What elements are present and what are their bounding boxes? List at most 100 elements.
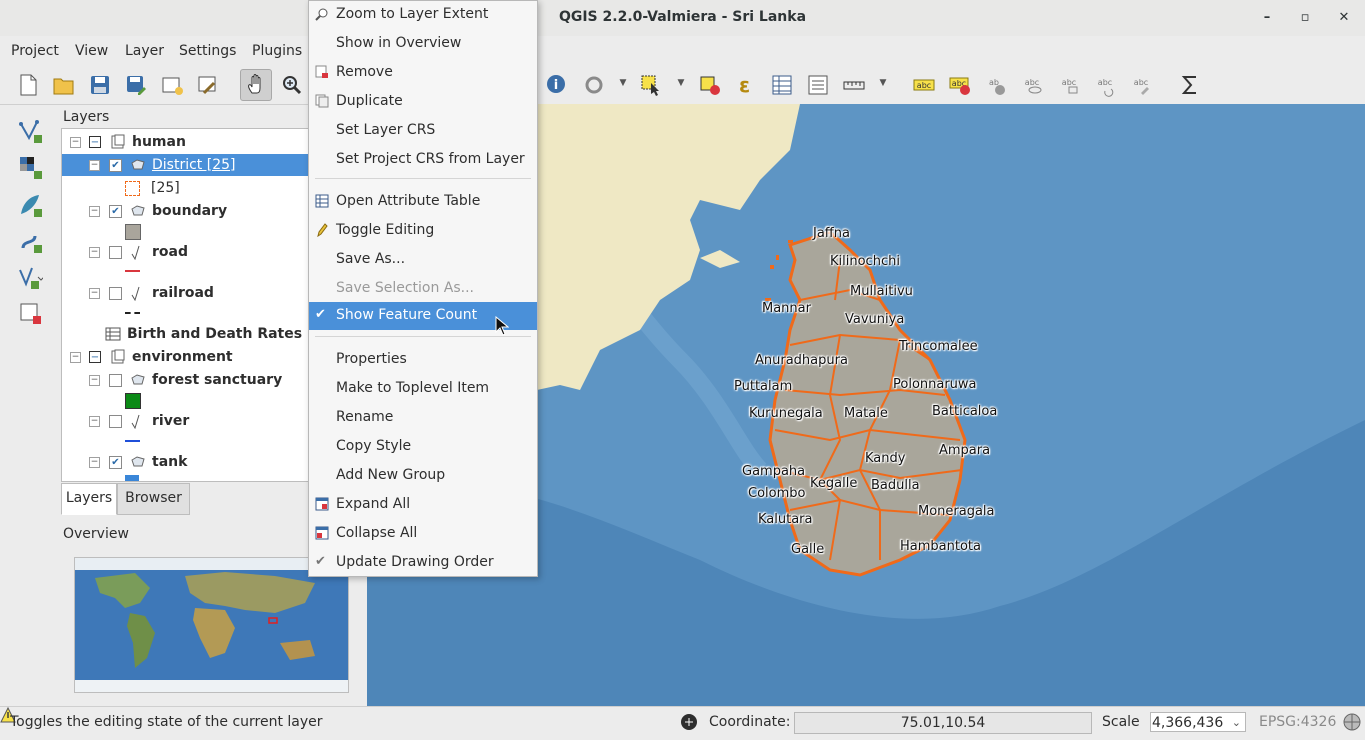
layers-tree[interactable]: − − human − ✔ District [25] [25] − ✔ bou… [61, 128, 311, 482]
open-project-icon[interactable] [50, 71, 78, 99]
layer-checkbox[interactable] [109, 246, 122, 259]
collapse-toggle-icon[interactable]: − [89, 206, 100, 217]
menu-view[interactable]: View [75, 43, 108, 59]
collapse-toggle-icon[interactable]: − [89, 457, 100, 468]
collapse-toggle-icon[interactable]: − [70, 137, 81, 148]
add-vector-layer-icon[interactable] [14, 116, 46, 146]
zoom-in-icon[interactable] [278, 71, 306, 99]
tree-layer-river[interactable]: − river [62, 410, 310, 432]
measure-line-icon[interactable] [840, 71, 868, 99]
highlight-pinned-labels-icon[interactable]: abc [946, 71, 974, 99]
layer-labeling-icon[interactable]: abc [910, 71, 938, 99]
chevron-down-icon[interactable]: ▼ [878, 78, 888, 92]
identify-features-icon[interactable]: i [543, 71, 571, 99]
menu-item-make-toplevel[interactable]: Make to Toplevel Item [309, 375, 537, 403]
sum-icon[interactable] [1176, 71, 1204, 99]
collapse-toggle-icon[interactable]: − [89, 375, 100, 386]
menu-item-save-as[interactable]: Save As... [309, 246, 537, 274]
menu-item-label: Zoom to Layer Extent [336, 6, 489, 22]
rotate-label-icon[interactable]: abc [1091, 71, 1119, 99]
menu-item-add-new-group[interactable]: Add New Group [309, 462, 537, 490]
new-project-icon[interactable] [14, 71, 42, 99]
select-features-icon[interactable] [637, 71, 665, 99]
close-button[interactable]: ✕ [1334, 8, 1354, 28]
tree-group-environment[interactable]: − − environment [62, 346, 310, 368]
tab-browser[interactable]: Browser [117, 483, 190, 515]
attribute-table-icon[interactable] [768, 71, 796, 99]
collapse-toggle-icon[interactable]: − [89, 288, 100, 299]
tree-layer-boundary[interactable]: − ✔ boundary [62, 200, 310, 222]
deselect-features-icon[interactable] [696, 71, 724, 99]
crs-status[interactable]: EPSG:4326 [1259, 714, 1336, 730]
menu-item-open-attribute-table[interactable]: Open Attribute Table [309, 188, 537, 216]
layer-checkbox[interactable] [109, 374, 122, 387]
layer-checkbox[interactable]: ✔ [109, 205, 122, 218]
tree-group-human[interactable]: − − human [62, 131, 310, 153]
menu-item-zoom-to-layer-extent[interactable]: Zoom to Layer Extent [309, 1, 537, 29]
tree-layer-district[interactable]: − ✔ District [25] [62, 154, 310, 176]
menu-item-copy-style[interactable]: Copy Style [309, 433, 537, 461]
menu-item-show-in-overview[interactable]: Show in Overview [309, 30, 537, 58]
tree-layer-railroad[interactable]: − railroad [62, 282, 310, 304]
svg-text:abc: abc [917, 81, 931, 90]
svg-text:abc: abc [1134, 78, 1148, 87]
chevron-down-icon[interactable]: ▼ [676, 78, 686, 92]
composer-manager-icon[interactable] [194, 71, 222, 99]
menu-item-set-project-crs[interactable]: Set Project CRS from Layer [309, 146, 537, 174]
layer-checkbox[interactable]: ✔ [109, 159, 122, 172]
menu-item-collapse-all[interactable]: Collapse All [309, 520, 537, 548]
menu-plugins[interactable]: Plugins [252, 43, 302, 59]
collapse-toggle-icon[interactable]: − [89, 416, 100, 427]
menu-layer[interactable]: Layer [125, 43, 164, 59]
chevron-down-icon[interactable]: ▼ [618, 78, 628, 92]
add-raster-layer-icon[interactable] [14, 152, 46, 182]
menu-item-rename[interactable]: Rename [309, 404, 537, 432]
add-wms-layer-icon[interactable] [14, 226, 46, 256]
pan-map-icon[interactable] [240, 69, 272, 101]
tab-layers[interactable]: Layers [61, 483, 117, 515]
menu-item-toggle-editing[interactable]: Toggle Editing [309, 217, 537, 245]
show-hide-labels-icon[interactable]: abc [1018, 71, 1046, 99]
layer-checkbox[interactable]: ✔ [109, 456, 122, 469]
layer-checkbox[interactable] [109, 287, 122, 300]
pin-labels-icon[interactable]: abc [1055, 71, 1083, 99]
menu-item-properties[interactable]: Properties [309, 346, 537, 374]
group-checkbox[interactable]: − [89, 351, 101, 363]
tree-layer-forest-sanctuary[interactable]: − forest sanctuary [62, 369, 310, 391]
crs-globe-icon[interactable] [1343, 713, 1361, 735]
menu-item-show-feature-count[interactable]: ✔ Show Feature Count [309, 302, 537, 336]
minimize-button[interactable]: – [1257, 8, 1277, 28]
overview-map[interactable] [74, 557, 349, 693]
save-as-icon[interactable] [122, 71, 150, 99]
menu-project[interactable]: Project [11, 43, 59, 59]
add-delimited-text-icon[interactable] [14, 262, 46, 292]
tree-layer-tank[interactable]: − ✔ tank [62, 451, 310, 473]
save-project-icon[interactable] [86, 71, 114, 99]
menu-item-update-drawing-order[interactable]: ✔ Update Drawing Order [309, 549, 537, 577]
mouse-coordinate-icon[interactable] [680, 713, 698, 735]
menu-item-remove[interactable]: Remove [309, 59, 537, 87]
new-print-composer-icon[interactable] [158, 71, 186, 99]
menu-item-set-layer-crs[interactable]: Set Layer CRS [309, 117, 537, 145]
scale-combobox[interactable]: 4,366,436 ⌄ [1150, 712, 1246, 732]
collapse-toggle-icon[interactable]: − [70, 352, 81, 363]
move-label-icon[interactable]: ab [982, 71, 1010, 99]
statistical-summary-icon[interactable] [804, 71, 832, 99]
tree-layer-road[interactable]: − road [62, 241, 310, 263]
menu-item-duplicate[interactable]: Duplicate [309, 88, 537, 116]
layer-checkbox[interactable] [109, 415, 122, 428]
coordinate-field[interactable]: 75.01,10.54 [794, 712, 1092, 734]
group-checkbox[interactable]: − [89, 136, 101, 148]
menu-settings[interactable]: Settings [179, 43, 236, 59]
change-label-icon[interactable]: abc [1127, 71, 1155, 99]
new-shapefile-layer-icon[interactable] [14, 298, 46, 328]
menu-item-expand-all[interactable]: Expand All [309, 491, 537, 519]
run-feature-action-icon[interactable] [580, 71, 608, 99]
tree-table-birth-death[interactable]: Birth and Death Rates [62, 323, 310, 345]
field-calculator-icon[interactable]: ε [733, 71, 761, 99]
collapse-toggle-icon[interactable]: − [89, 160, 100, 171]
add-spatialite-layer-icon[interactable] [14, 190, 46, 220]
maximize-button[interactable]: ▫ [1295, 8, 1315, 28]
legend-symbol [125, 440, 140, 442]
collapse-toggle-icon[interactable]: − [89, 247, 100, 258]
